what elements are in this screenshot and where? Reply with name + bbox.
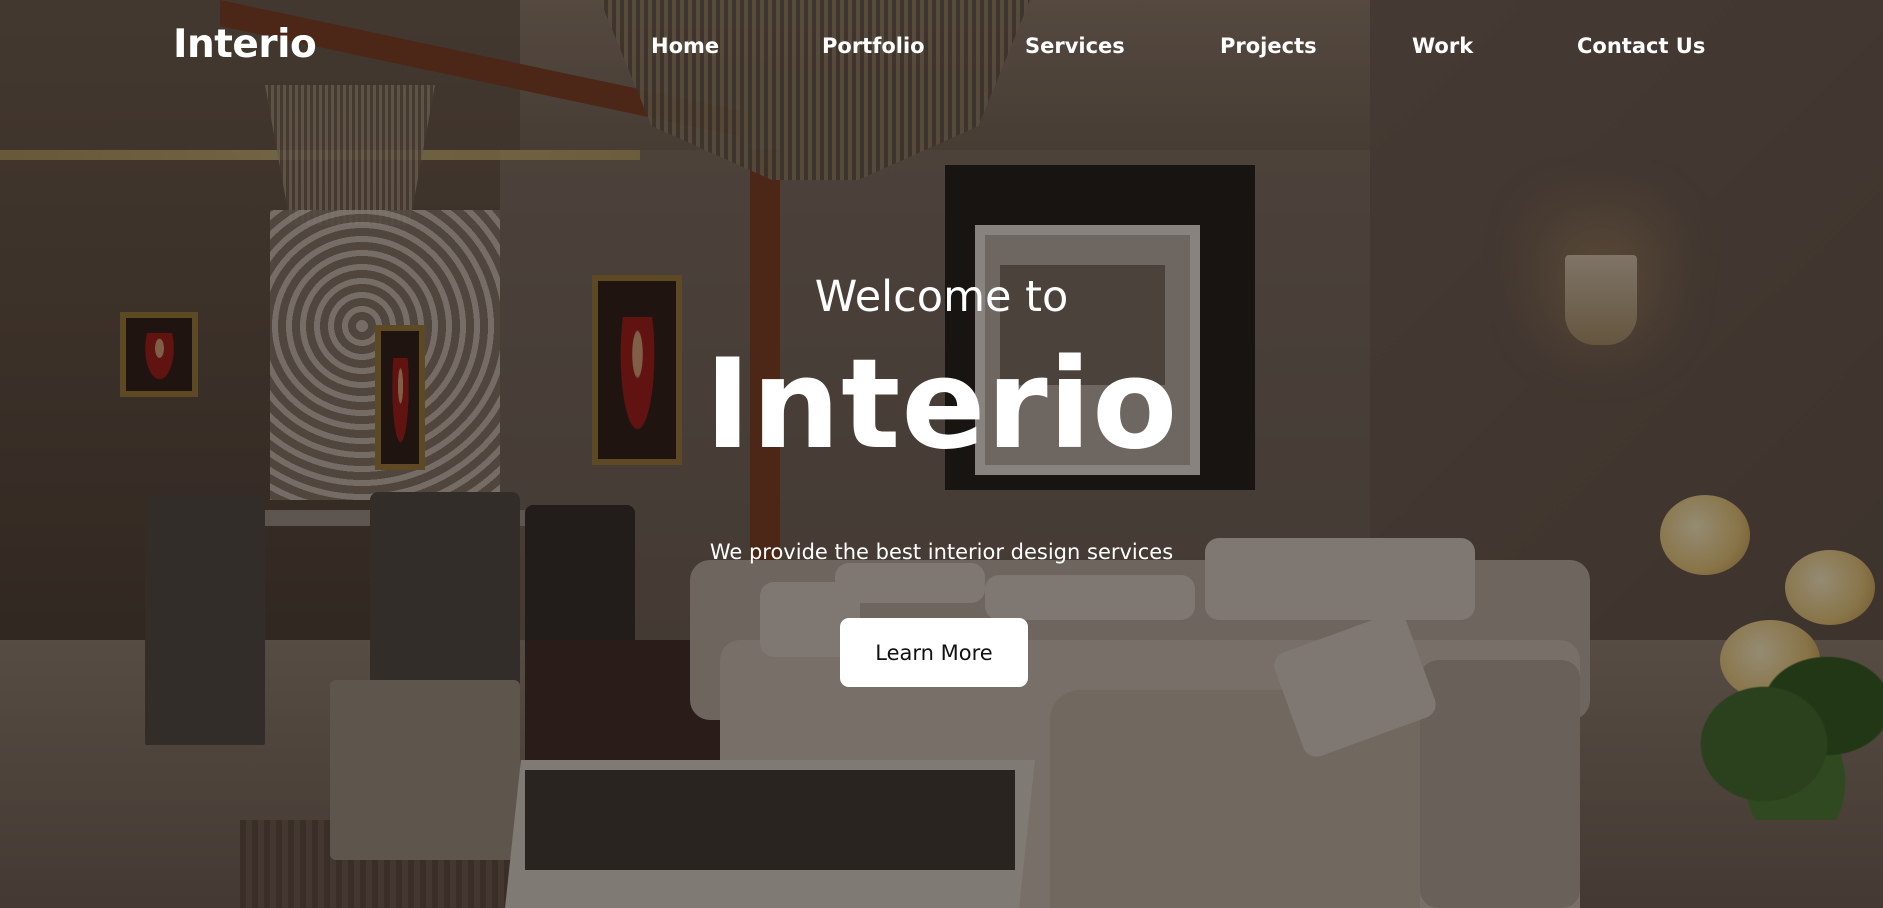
hero-welcome-text: Welcome to <box>814 272 1069 322</box>
learn-more-button[interactable]: Learn More <box>840 618 1028 687</box>
hero-tagline: We provide the best interior design serv… <box>709 540 1174 564</box>
hero-section: Interio Home Portfolio Services Projects… <box>0 0 1883 908</box>
hero-content: Welcome to Interio We provide the best i… <box>0 0 1883 908</box>
hero-title: Interio <box>704 333 1179 477</box>
